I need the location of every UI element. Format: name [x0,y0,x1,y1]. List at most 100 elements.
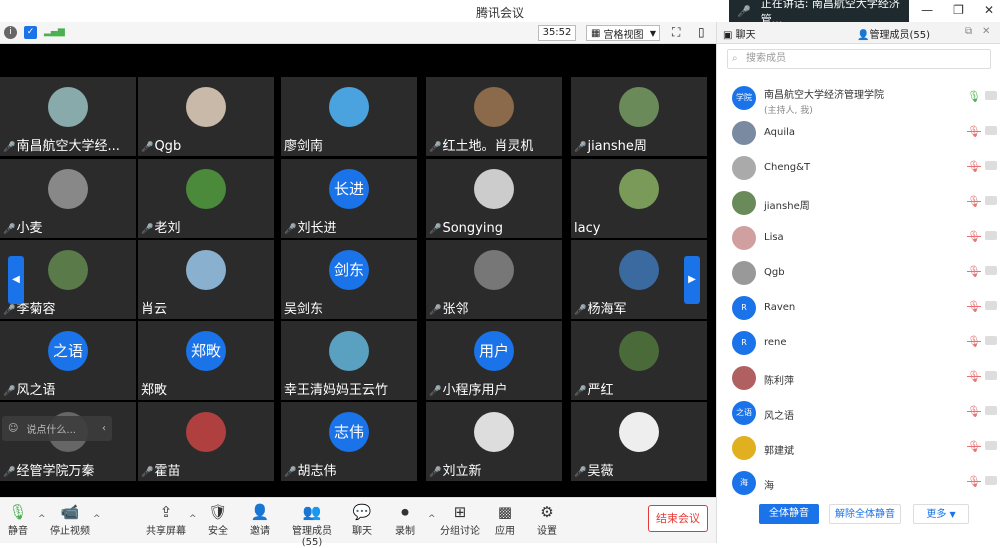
info-icon[interactable]: i [4,26,17,39]
participant-tile[interactable]: 🎤小麦 [0,159,136,238]
popout-icon[interactable]: ⧉ [965,26,972,37]
mic-muted-icon[interactable]: 🎙 [967,335,981,348]
next-page-button[interactable]: ▶ [684,256,700,304]
participant-tile[interactable]: 🎤南昌航空大学经... [0,77,136,156]
mic-muted-icon[interactable]: 🎙 [967,230,981,243]
camera-off-icon[interactable] [985,231,997,240]
participant-tile[interactable]: 🎤刘立新 [426,402,562,481]
participant-tile[interactable]: 剑东 吴剑东 [281,240,417,319]
mic-muted-icon[interactable]: 🎙 [967,440,981,453]
member-row[interactable]: 之语 风之语 🎙 [717,396,1000,430]
member-row[interactable]: 学院 南昌航空大学经济管理学院 (主持人, 我) 🎙 [717,81,1000,116]
member-row[interactable]: Aquila 🎙 [717,116,1000,150]
member-row[interactable]: 郭建斌 🎙 [717,431,1000,465]
share-options-caret[interactable]: ^ [189,514,197,524]
more-button[interactable]: 更多 ▼ [913,504,969,524]
participant-tile[interactable]: 之语 🎤风之语 [0,321,136,400]
member-row[interactable]: 陈利萍 🎙 [717,361,1000,395]
camera-off-icon[interactable] [985,266,997,275]
camera-off-icon[interactable] [985,301,997,310]
participant-tile[interactable]: 🎤jianshe周 [571,77,707,156]
member-row[interactable]: Qgb 🎙 [717,256,1000,290]
camera-off-icon[interactable] [985,126,997,135]
member-row[interactable]: 海海 🎙 [717,466,1000,500]
chat-quick-input[interactable]: ☺ 说点什么... ‹ [2,416,112,441]
restore-icon[interactable]: ❐ [953,3,964,17]
mic-muted-icon[interactable]: 🎙 [967,300,981,313]
fullscreen-icon[interactable]: ⛶ [672,25,680,40]
mic-on-icon[interactable]: 🎙 [967,90,981,103]
participant-tile[interactable]: 🎤霍苗 [138,402,274,481]
member-row[interactable]: jianshe周 🎙 [717,186,1000,220]
chat-button[interactable]: 💬 聊天 [350,502,374,537]
apps-icon: ▩ [497,503,513,521]
member-search-input[interactable]: ⌕ 搜索成员 [727,49,991,69]
mic-muted-icon[interactable]: 🎙 [967,125,981,138]
member-row[interactable]: Cheng&T 🎙 [717,151,1000,185]
camera-off-icon[interactable] [985,371,997,380]
camera-off-icon[interactable] [985,196,997,205]
member-row[interactable]: Rrene 🎙 [717,326,1000,360]
minimize-icon[interactable]: — [921,3,933,17]
participant-tile[interactable]: 🎤经管学院万秦 [0,402,136,481]
mic-muted-icon[interactable]: 🎙 [967,405,981,418]
share-screen-button[interactable]: ⇪ 共享屏幕 [146,502,186,537]
camera-off-icon[interactable] [985,406,997,415]
shield-icon[interactable]: ✓ [24,26,37,39]
mic-muted-icon[interactable]: 🎙 [967,195,981,208]
member-row[interactable]: R Raven 🎙 [717,291,1000,325]
unmute-all-button[interactable]: 解除全体静音 [829,504,901,524]
emoji-icon[interactable]: ☺ [8,423,18,434]
participant-tile[interactable]: 🎤严红 [571,321,707,400]
tab-chat[interactable]: ▣ 聊天 [723,26,756,41]
record-options-caret[interactable]: ^ [428,514,436,524]
signal-icon[interactable]: ▂▄▆ [44,26,65,39]
camera-off-icon[interactable] [985,336,997,345]
participant-tile[interactable]: 用户 🎤小程序用户 [426,321,562,400]
stop-video-button[interactable]: 📹 停止视频 [50,502,90,537]
view-mode-button[interactable]: ▦ 宫格视图 ▼ [586,25,660,41]
mute-button[interactable]: 🎙 静音 [6,502,30,537]
participant-tile[interactable]: 🎤红土地。肖灵机 [426,77,562,156]
mic-muted-icon[interactable]: 🎙 [967,370,981,383]
camera-off-icon[interactable] [985,161,997,170]
prev-page-button[interactable]: ◀ [8,256,24,304]
participant-tile[interactable]: 🎤老刘 [138,159,274,238]
camera-off-icon[interactable] [985,476,997,485]
participant-tile[interactable]: lacy [571,159,707,238]
participant-name-row: 🎤小程序用户 [429,379,507,398]
members-button[interactable]: 👥 管理成员(55) [284,502,340,548]
mic-muted-icon[interactable]: 🎙 [967,265,981,278]
record-button[interactable]: ⏺ 录制 [393,502,417,537]
end-meeting-button[interactable]: 结束会议 [648,505,708,532]
participant-tile[interactable]: 🎤张邻 [426,240,562,319]
mute-options-caret[interactable]: ^ [38,514,46,524]
mute-all-button[interactable]: 全体静音 [759,504,819,524]
participant-tile[interactable]: 长进 🎤刘长进 [281,159,417,238]
member-row[interactable]: Lisa 🎙 [717,221,1000,255]
participant-tile[interactable]: 🎤吴薇 [571,402,707,481]
close-icon[interactable]: ✕ [982,26,990,37]
invite-button[interactable]: 👤 邀请 [248,502,272,537]
mic-muted-icon[interactable]: 🎙 [967,475,981,488]
breakout-button[interactable]: ⊞ 分组讨论 [440,502,480,537]
video-options-caret[interactable]: ^ [93,514,101,524]
security-button[interactable]: 🛡 安全 [206,502,230,537]
participant-tile[interactable]: 🎤Qgb [138,77,274,156]
mic-muted-icon[interactable]: 🎙 [967,160,981,173]
tab-members[interactable]: 👤管理成员(55) [857,26,930,41]
settings-button[interactable]: ⚙ 设置 [535,502,559,537]
participant-tile[interactable]: 肖云 [138,240,274,319]
sidebar-toggle-icon[interactable]: ▯ [698,25,705,39]
avatar [732,366,756,390]
camera-off-icon[interactable] [985,441,997,450]
participant-tile[interactable]: 幸王清妈妈王云竹 [281,321,417,400]
apps-button[interactable]: ▩ 应用 [493,502,517,537]
participant-tile[interactable]: 志伟 🎤胡志伟 [281,402,417,481]
participant-tile[interactable]: 廖剑南 [281,77,417,156]
collapse-icon[interactable]: ‹ [102,423,106,434]
camera-off-icon[interactable] [985,91,997,100]
participant-tile[interactable]: 郑畋 郑畋 [138,321,274,400]
participant-tile[interactable]: 🎤Songying [426,159,562,238]
close-icon[interactable]: ✕ [984,3,994,17]
